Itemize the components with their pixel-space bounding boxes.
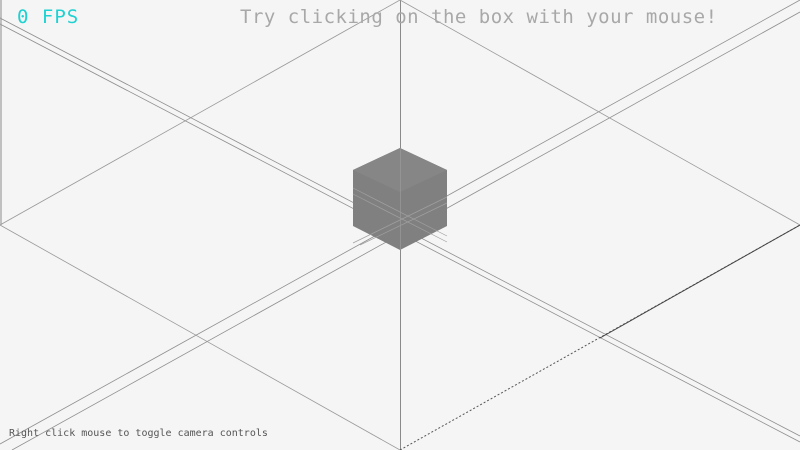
grid-line-floor-4-solid: [599, 224, 800, 339]
fps-counter: 0 FPS: [17, 6, 80, 28]
grid-line-floor-2: [0, 224, 401, 450]
game-viewport[interactable]: 0 FPS Try clicking on the box with your …: [0, 0, 800, 450]
instruction-text: Try clicking on the box with your mouse!: [240, 6, 718, 28]
scene-canvas[interactable]: [0, 0, 800, 450]
grid-line-floor-1: [0, 0, 401, 226]
camera-controls-hint: Right click mouse to toggle camera contr…: [9, 428, 268, 439]
